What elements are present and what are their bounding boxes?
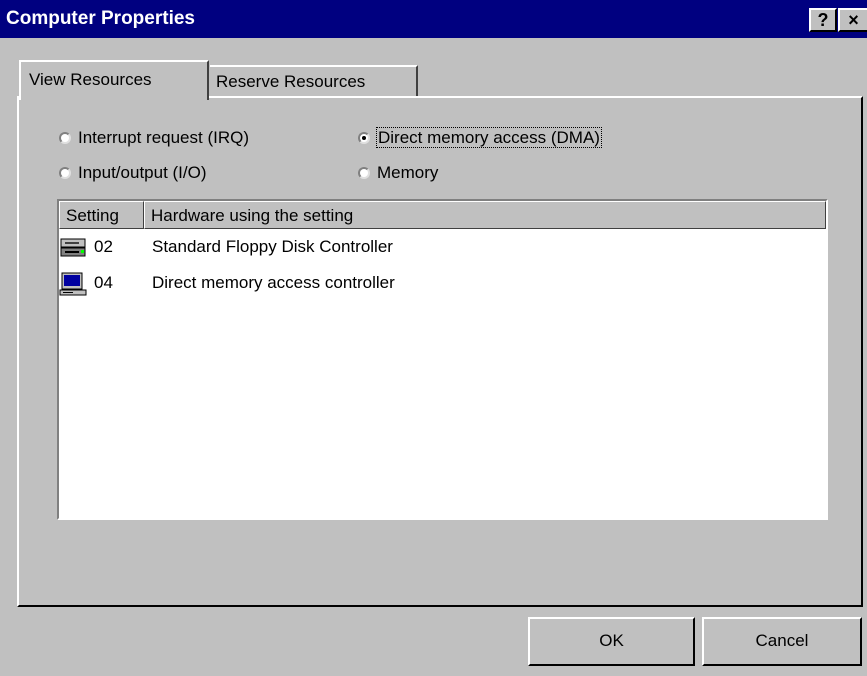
ok-button[interactable]: OK (528, 617, 695, 666)
tab-view-resources[interactable]: View Resources (19, 60, 209, 100)
cell-hardware: Direct memory access controller (152, 273, 395, 292)
floppy-drive-icon (60, 238, 86, 257)
column-header-hardware[interactable]: Hardware using the setting (144, 201, 826, 229)
list-item[interactable]: 02 Standard Floppy Disk Controller (59, 231, 819, 265)
cell-setting: 02 (94, 237, 113, 256)
help-button[interactable]: ? (809, 8, 837, 32)
cell-setting: 04 (94, 273, 113, 292)
list-item[interactable]: 04 Direct memory access controller (59, 267, 819, 301)
radio-irq[interactable]: Interrupt request (IRQ) (59, 128, 249, 148)
resource-list[interactable]: Setting Hardware using the setting 02 St… (57, 199, 828, 520)
radio-button-icon (358, 167, 370, 179)
computer-icon (59, 272, 87, 296)
radio-io[interactable]: Input/output (I/O) (59, 163, 207, 183)
column-header-setting[interactable]: Setting (59, 201, 144, 229)
radio-button-icon (59, 132, 71, 144)
radio-memory[interactable]: Memory (358, 163, 438, 183)
radio-button-icon (59, 167, 71, 179)
radio-memory-label: Memory (377, 163, 439, 182)
radio-io-label: Input/output (I/O) (78, 163, 207, 182)
cell-hardware: Standard Floppy Disk Controller (152, 237, 393, 256)
window-title: Computer Properties (6, 8, 195, 29)
close-button[interactable]: × (838, 8, 867, 32)
title-bar[interactable]: Computer Properties ? × (0, 0, 867, 38)
cancel-button[interactable]: Cancel (702, 617, 862, 666)
radio-dma[interactable]: Direct memory access (DMA) (358, 127, 602, 148)
tab-reserve-resources[interactable]: Reserve Resources (210, 65, 418, 98)
radio-irq-label: Interrupt request (IRQ) (78, 128, 250, 147)
radio-dma-label: Direct memory access (DMA) (376, 127, 602, 148)
radio-button-selected-icon (358, 132, 370, 144)
